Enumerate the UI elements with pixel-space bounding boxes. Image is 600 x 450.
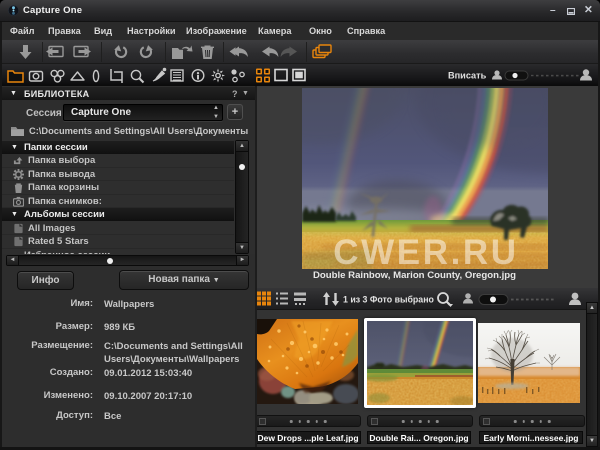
- svg-text:CWER.RU: CWER.RU: [333, 233, 518, 269]
- svg-text:1 из 3 Фото выбрано: 1 из 3 Фото выбрано: [343, 295, 435, 305]
- svg-text:Вписать: Вписать: [448, 71, 487, 81]
